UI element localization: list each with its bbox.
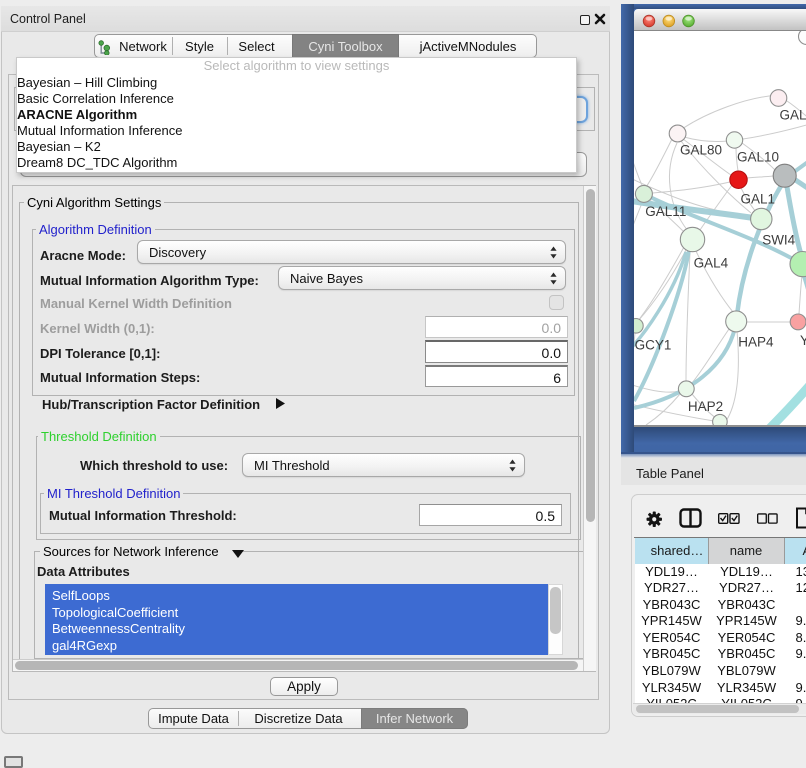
svg-text:GCY1: GCY1 — [635, 337, 672, 352]
svg-text:GAL7: GAL7 — [780, 108, 806, 123]
svg-text:GAL10: GAL10 — [737, 150, 779, 165]
svg-text:HAP4: HAP4 — [738, 334, 774, 349]
svg-text:GAL1: GAL1 — [741, 192, 776, 207]
svg-text:GAL80: GAL80 — [680, 143, 722, 158]
svg-text:GAL11: GAL11 — [645, 204, 686, 219]
svg-text:GAL4: GAL4 — [694, 256, 729, 271]
svg-text:HAP2: HAP2 — [688, 399, 723, 414]
svg-text:SWI4: SWI4 — [762, 232, 795, 247]
svg-text:Y: Y — [800, 333, 806, 348]
